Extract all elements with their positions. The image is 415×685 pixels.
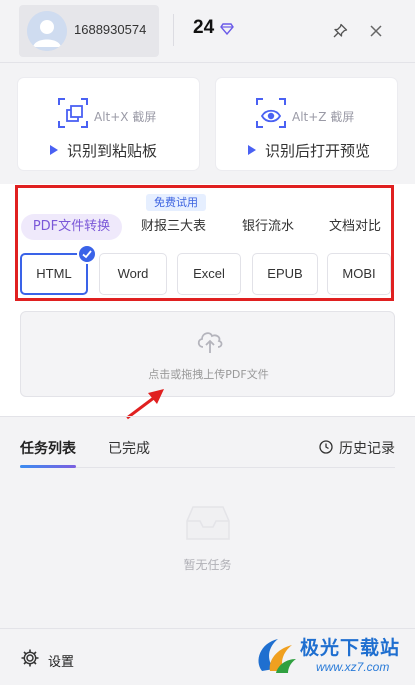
active-tab-indicator	[20, 465, 76, 468]
cloud-upload-icon	[197, 332, 223, 353]
capture-to-clipboard-card[interactable]: Alt+X 截屏 识别到粘贴板	[18, 78, 199, 170]
capture-hotkey: Alt+X 截屏	[94, 110, 157, 124]
play-icon	[248, 144, 256, 155]
points-count: 24	[193, 17, 215, 38]
close-icon[interactable]	[369, 24, 383, 38]
header-divider	[173, 14, 174, 46]
header-bar: 1688930574 24	[0, 0, 415, 62]
tab-task-list[interactable]: 任务列表	[20, 438, 76, 458]
avatar	[27, 11, 67, 51]
capture-hotkey: Alt+Z 截屏	[292, 110, 355, 124]
upload-hint: 点击或拖拽上传PDF文件	[148, 368, 269, 381]
clock-icon[interactable]	[319, 440, 333, 454]
tasks-tab-line	[20, 467, 395, 468]
empty-inbox-icon	[186, 506, 230, 540]
user-id: 1688930574	[74, 22, 147, 37]
pdf-upload-dropzone[interactable]: 点击或拖拽上传PDF文件	[20, 311, 395, 397]
capture-to-preview-card[interactable]: Alt+Z 截屏 识别后打开预览	[216, 78, 397, 170]
empty-state-text: 暂无任务	[183, 558, 232, 572]
gear-icon[interactable]	[20, 648, 40, 668]
footer-separator	[0, 628, 415, 629]
capture-action: 识别后打开预览	[248, 140, 371, 160]
history-button[interactable]: 历史记录	[339, 438, 395, 458]
watermark-url: www.xz7.com	[316, 660, 390, 674]
capture-action-label: 识别后打开预览	[265, 142, 371, 160]
screenshot-preview-icon	[256, 98, 286, 128]
highlight-frame	[15, 185, 394, 301]
watermark-logo	[258, 639, 296, 673]
settings-button[interactable]: 设置	[48, 651, 74, 670]
pin-icon[interactable]	[332, 23, 348, 39]
header-separator	[0, 62, 415, 63]
tab-completed[interactable]: 已完成	[108, 438, 150, 458]
capture-action-label: 识别到粘贴板	[67, 142, 158, 160]
play-icon	[50, 144, 58, 155]
screenshot-copy-icon	[58, 98, 88, 128]
diamond-icon[interactable]	[220, 23, 234, 35]
user-profile-button[interactable]: 1688930574	[19, 5, 159, 57]
tasks-separator	[0, 416, 415, 417]
capture-action: 识别到粘贴板	[50, 140, 158, 160]
watermark-title: 极光下载站	[300, 637, 401, 659]
